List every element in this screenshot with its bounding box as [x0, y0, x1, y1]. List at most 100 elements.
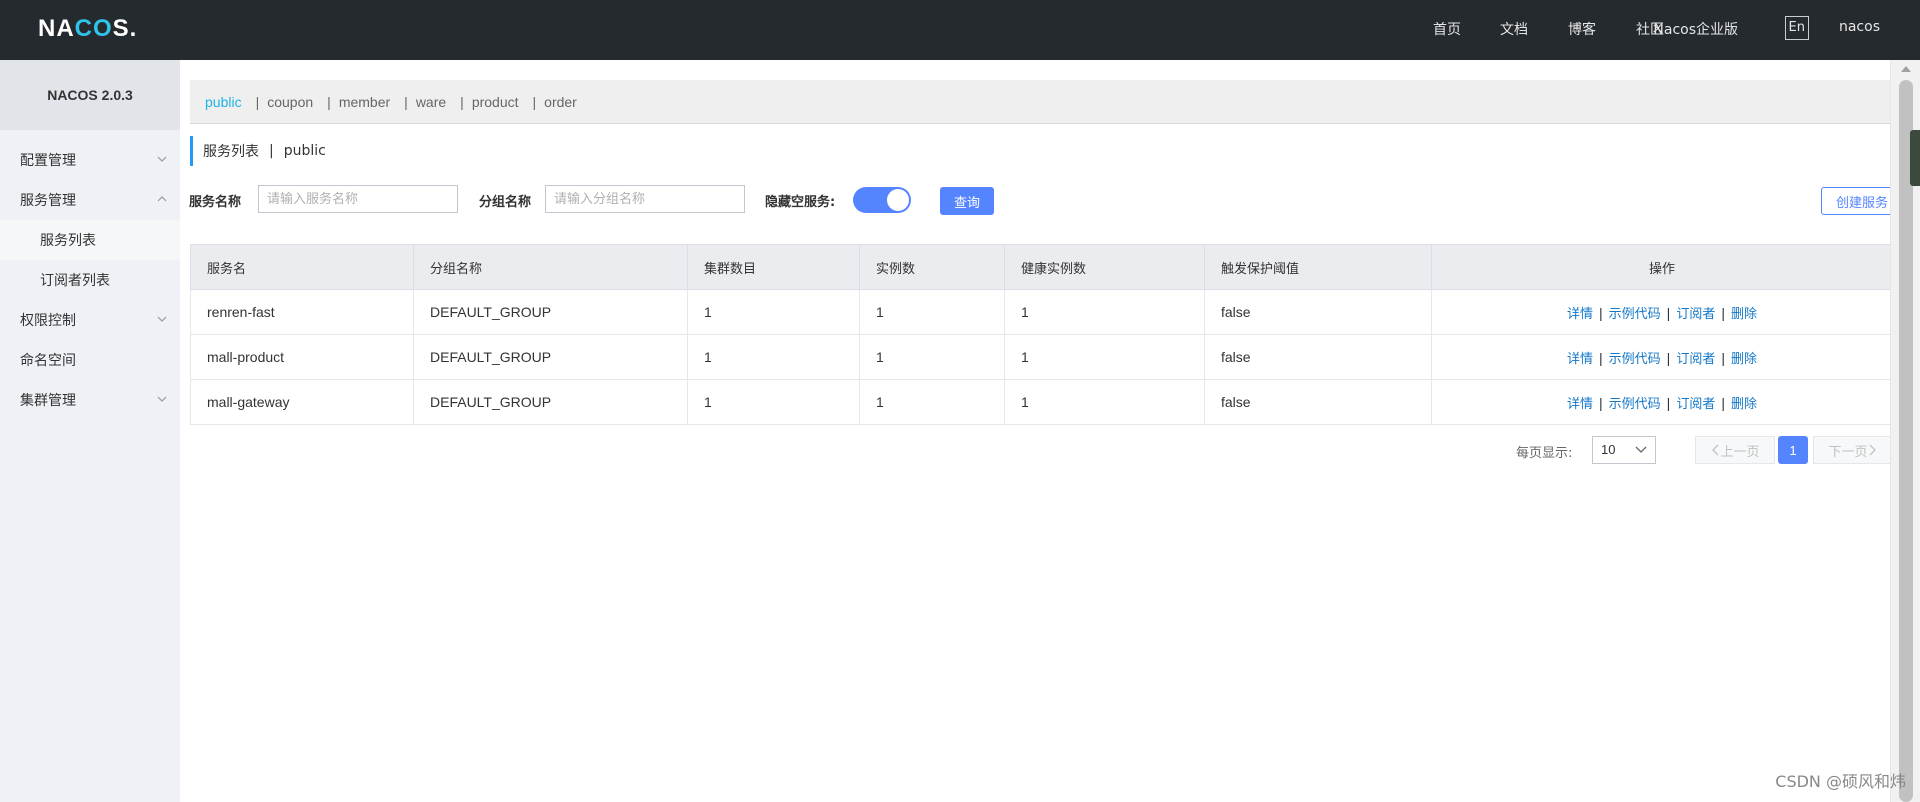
sidebar-item-label: 服务列表 — [40, 233, 96, 249]
sidebar-item-subscriber-list[interactable]: 订阅者列表 — [0, 260, 180, 300]
cell-instance-count: 1 — [859, 334, 1005, 380]
sidebar-item-label: 配置管理 — [20, 153, 76, 169]
next-page-label: 下一页 — [1828, 444, 1868, 460]
page-title-divider: | — [269, 143, 274, 159]
column-header-service-name: 服务名 — [190, 244, 414, 290]
chevron-down-icon — [1635, 446, 1647, 453]
group-name-label: 分组名称 — [479, 195, 532, 210]
toggle-knob — [887, 189, 909, 211]
nav-blog[interactable]: 博客 — [1568, 19, 1596, 39]
delete-link[interactable]: 删除 — [1731, 397, 1757, 412]
namespace-tab-member[interactable]: member — [339, 94, 390, 110]
chevron-down-icon — [157, 316, 167, 322]
namespace-tab-ware[interactable]: ware — [416, 94, 446, 110]
logo-text: NACOS. — [38, 15, 138, 42]
chevron-left-icon — [1712, 444, 1719, 456]
scrollbar-thumb[interactable] — [1899, 80, 1913, 802]
scroll-up-arrow-icon[interactable] — [1901, 66, 1911, 72]
sample-code-link[interactable]: 示例代码 — [1609, 397, 1661, 412]
sidebar-item-label: 服务管理 — [20, 193, 76, 209]
sample-code-link[interactable]: 示例代码 — [1609, 307, 1661, 322]
column-header-group-name: 分组名称 — [413, 244, 688, 290]
sidebar-item-label: 集群管理 — [20, 393, 76, 409]
query-button[interactable]: 查询 — [940, 187, 994, 215]
cell-actions: 详情 | 示例代码 | 订阅者 | 删除 — [1431, 379, 1893, 425]
sidebar-item-service-list[interactable]: 服务列表 — [0, 220, 180, 260]
sidebar-item-service[interactable]: 服务管理 — [0, 180, 180, 220]
action-separator: | — [1599, 304, 1603, 321]
cell-instance-count: 1 — [859, 289, 1005, 335]
nav-home[interactable]: 首页 — [1433, 19, 1461, 39]
page-title: 服务列表 | public — [190, 136, 326, 166]
cell-service-name: mall-product — [190, 334, 414, 380]
cell-group-name: DEFAULT_GROUP — [413, 379, 688, 425]
side-handle[interactable] — [1910, 130, 1920, 186]
table-row: mall-product DEFAULT_GROUP 1 1 1 false 详… — [190, 334, 1893, 380]
delete-link[interactable]: 删除 — [1731, 352, 1757, 367]
column-header-actions: 操作 — [1431, 244, 1893, 290]
detail-link[interactable]: 详情 — [1567, 307, 1593, 322]
cell-actions: 详情 | 示例代码 | 订阅者 | 删除 — [1431, 289, 1893, 335]
cell-cluster-count: 1 — [687, 334, 860, 380]
cell-group-name: DEFAULT_GROUP — [413, 289, 688, 335]
user-menu[interactable]: nacos — [1839, 19, 1880, 35]
sidebar-item-cluster[interactable]: 集群管理 — [0, 380, 180, 420]
sidebar-item-label: 命名空间 — [20, 353, 76, 369]
sidebar-item-label: 权限控制 — [20, 313, 76, 329]
delete-link[interactable]: 删除 — [1731, 307, 1757, 322]
namespace-tab-coupon[interactable]: coupon — [267, 94, 313, 110]
subscriber-link[interactable]: 订阅者 — [1676, 352, 1715, 367]
group-name-input[interactable] — [545, 185, 745, 213]
hide-empty-toggle[interactable] — [853, 187, 911, 213]
detail-link[interactable]: 详情 — [1567, 352, 1593, 367]
action-separator: | — [1721, 304, 1725, 321]
namespace-tab-product[interactable]: product — [472, 94, 519, 110]
namespace-separator: | — [404, 93, 408, 110]
table-row: mall-gateway DEFAULT_GROUP 1 1 1 false 详… — [190, 379, 1893, 425]
cell-instance-count: 1 — [859, 379, 1005, 425]
page-size-select[interactable]: 10 — [1592, 436, 1656, 464]
main-content: public | coupon | member | ware | produc… — [180, 60, 1903, 802]
page-size-label: 每页显示: — [1516, 446, 1573, 461]
language-switch-button[interactable]: En — [1784, 16, 1809, 40]
namespace-bar: public | coupon | member | ware | produc… — [190, 80, 1893, 124]
filter-bar: 服务名称 分组名称 隐藏空服务: 查询 创建服务 — [189, 185, 1903, 215]
nav-enterprise[interactable]: Nacos企业版 — [1653, 19, 1738, 39]
sample-code-link[interactable]: 示例代码 — [1609, 352, 1661, 367]
sidebar-item-auth[interactable]: 权限控制 — [0, 300, 180, 340]
prev-page-label: 上一页 — [1720, 444, 1760, 460]
prev-page-button[interactable]: 上一页 — [1695, 436, 1775, 464]
nav-docs[interactable]: 文档 — [1500, 19, 1528, 39]
service-table: 服务名 分组名称 集群数目 实例数 健康实例数 触发保护阈值 操作 renren… — [190, 244, 1893, 425]
action-separator: | — [1666, 394, 1671, 411]
chevron-down-icon — [157, 396, 167, 402]
service-name-label: 服务名称 — [189, 195, 242, 210]
namespace-tab-order[interactable]: order — [544, 94, 577, 110]
sidebar-version-title: NACOS 2.0.3 — [0, 60, 180, 130]
chevron-up-icon — [157, 196, 167, 202]
namespace-tab-public[interactable]: public — [205, 94, 242, 110]
subscriber-link[interactable]: 订阅者 — [1676, 307, 1715, 322]
cell-group-name: DEFAULT_GROUP — [413, 334, 688, 380]
page-number-current[interactable]: 1 — [1778, 436, 1808, 464]
namespace-separator: | — [532, 93, 537, 110]
action-separator: | — [1721, 394, 1725, 411]
next-page-button[interactable]: 下一页 — [1813, 436, 1893, 464]
sidebar-item-config[interactable]: 配置管理 — [0, 140, 180, 180]
subscriber-link[interactable]: 订阅者 — [1676, 397, 1715, 412]
cell-service-name: mall-gateway — [190, 379, 414, 425]
cell-healthy-count: 1 — [1004, 334, 1205, 380]
service-name-input[interactable] — [258, 185, 458, 213]
cell-protect-threshold: false — [1204, 289, 1432, 335]
detail-link[interactable]: 详情 — [1567, 397, 1593, 412]
action-separator: | — [1599, 349, 1603, 366]
sidebar-item-namespace[interactable]: 命名空间 — [0, 340, 180, 380]
nacos-logo[interactable]: NACOS. — [38, 13, 137, 45]
action-separator: | — [1666, 349, 1671, 366]
hide-empty-label: 隐藏空服务: — [765, 195, 836, 210]
sidebar-item-label: 订阅者列表 — [40, 273, 110, 289]
namespace-separator: | — [327, 93, 331, 110]
cell-protect-threshold: false — [1204, 379, 1432, 425]
action-separator: | — [1721, 349, 1725, 366]
chevron-down-icon — [157, 156, 167, 162]
